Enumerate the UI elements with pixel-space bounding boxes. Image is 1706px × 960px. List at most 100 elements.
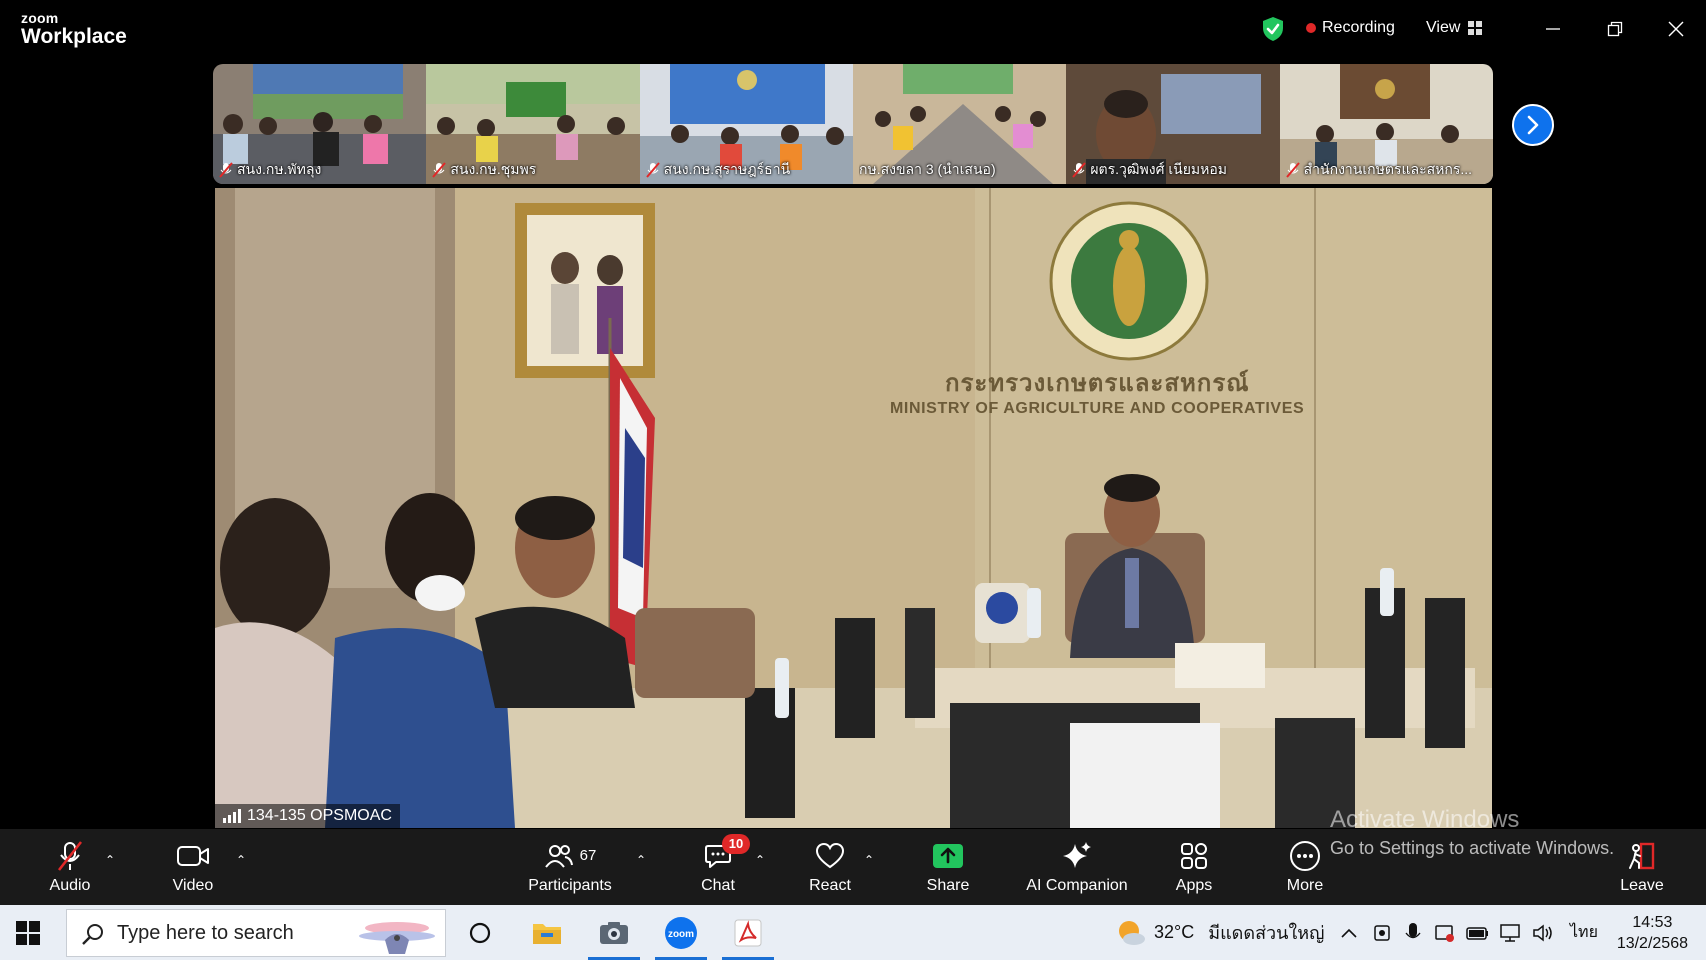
chat-options-caret[interactable]: ⌃ [755,853,765,867]
watermark-title: Activate Windows [1330,806,1520,833]
active-speaker-video[interactable]: กระทรวงเกษตรและสหกรณ์ MINISTRY OF AGRICU… [215,188,1492,828]
battery-icon [1466,926,1488,940]
participants-options-caret[interactable]: ⌃ [636,853,646,867]
react-options-caret[interactable]: ⌃ [864,853,874,867]
tray-battery[interactable] [1466,905,1490,960]
minimize-icon [1546,28,1560,30]
muted-mic-icon [1072,162,1087,178]
input-language-indicator[interactable]: ไทย [1570,905,1598,960]
zoom-app-icon: zoom [665,916,697,949]
app-logo: zoom Workplace [21,11,127,47]
participant-tile[interactable]: สนง.กษ.ชุมพร [426,64,640,184]
brand-name: zoom [21,10,59,26]
taskbar-clock[interactable]: 14:53 13/2/2568 [1617,912,1688,954]
leave-button[interactable]: Leave [1612,829,1672,905]
svg-text:zoom: zoom [668,929,694,940]
close-icon [1668,21,1684,37]
microphone-icon [1405,922,1421,938]
weather-temperature: 32°C [1154,922,1195,942]
restore-icon [1607,21,1623,37]
encryption-shield-icon[interactable] [1261,16,1285,42]
microphone-muted-icon [57,840,83,871]
ai-companion-label: AI Companion [1026,876,1128,894]
muted-mic-icon [1285,162,1300,178]
chat-button[interactable]: 10 Chat [690,829,750,905]
participant-tile[interactable]: กษ.สงขลา 3 (นำเสนอ) [852,64,1067,184]
share-screen-icon [933,843,963,868]
weather-widget[interactable]: 32°C มีแดดส่วนใหญ่ [1116,905,1324,960]
taskbar-camera-app[interactable] [582,905,646,960]
ai-companion-button[interactable]: AI Companion [1022,829,1132,905]
muted-mic-icon [432,162,447,178]
audio-button[interactable]: Audio [40,829,100,905]
speaker-volume-icon [1533,923,1552,942]
participant-tile[interactable]: สำนักงานเกษตรและสหกร... [1279,64,1493,184]
participants-icon [544,844,573,868]
task-view-circle-icon [469,922,491,943]
participants-count: 67 [579,847,597,864]
participant-tile[interactable]: สนง.กษ.พัทลุง [213,64,427,184]
tray-meet-now[interactable] [1372,905,1392,960]
recording-indicator[interactable]: Recording [1306,19,1395,37]
more-button[interactable]: More [1275,829,1335,905]
share-button[interactable]: Share [918,829,978,905]
participant-name: สนง.กษ.สุราษฎร์ธานี [645,159,847,181]
show-hidden-icons-button[interactable] [1340,905,1358,960]
participant-name: กษ.สงขลา 3 (นำเสนอ) [858,161,996,177]
minimize-button[interactable] [1538,14,1568,44]
participant-name: สำนักงานเกษตรและสหกร... [1285,159,1487,181]
more-label: More [1286,876,1324,894]
recording-dot-icon [1306,23,1316,33]
taskbar-pdf-app[interactable] [716,905,780,960]
react-button[interactable]: React [800,829,860,905]
language-label: ไทย [1570,924,1598,941]
restore-button[interactable] [1600,14,1630,44]
tray-network[interactable] [1499,905,1523,960]
participant-tile[interactable]: สนง.กษ.สุราษฎร์ธานี [639,64,853,184]
weather-description: มีแดดส่วนใหญ่ [1208,923,1325,943]
video-options-caret[interactable]: ⌃ [236,853,246,867]
video-camera-icon [177,845,209,866]
video-button[interactable]: Video [163,829,223,905]
wall-sign-thai: กระทรวงเกษตรและสหกรณ์ [945,370,1250,397]
heart-icon [815,842,845,868]
wall-sign-english: MINISTRY OF AGRICULTURE AND COOPERATIVES [890,400,1305,417]
chat-label: Chat [701,876,735,894]
next-page-button[interactable] [1512,104,1554,146]
participant-name: ผตร.วุฒิพงศ์ เนียมหอม [1072,159,1273,181]
watermark-subtitle: Go to Settings to activate Windows. [1330,838,1615,858]
screen-record-icon [1435,924,1454,942]
close-window-button[interactable] [1661,14,1691,44]
tray-microphone[interactable] [1405,905,1421,960]
clock-time: 14:53 [1632,914,1673,931]
meet-now-icon [1374,924,1390,941]
weather-sun-cloud-icon [1119,920,1145,945]
search-highlight-illustration [355,914,439,954]
participant-name: สนง.กษ.พัทลุง [219,159,420,181]
video-label: Video [172,876,214,894]
network-icon [1500,923,1520,942]
tray-volume[interactable] [1532,905,1556,960]
chevron-up-icon [1341,928,1357,938]
participant-name: สนง.กษ.ชุมพร [432,159,633,181]
taskbar-zoom-app[interactable]: zoom [649,905,713,960]
audio-options-caret[interactable]: ⌃ [105,853,115,867]
windows-start-button[interactable] [16,921,40,945]
taskbar-search-box[interactable]: Type here to search [66,909,446,957]
leave-door-icon [1629,842,1655,869]
activate-windows-watermark: Activate Windows Go to Settings to activ… [1330,806,1614,859]
participant-tile[interactable]: ผตร.วุฒิพงศ์ เนียมหอม [1066,64,1280,184]
view-button[interactable]: View [1426,19,1483,37]
meeting-room-scene [215,188,1492,828]
react-label: React [809,876,851,894]
apps-button[interactable]: Apps [1164,829,1224,905]
audio-label: Audio [49,876,91,894]
windows-taskbar: Type here to search zoom 32°C มีแดดส่วนใ… [0,905,1706,960]
participant-thumbnail-strip: สนง.กษ.พัทลุง สนง.กษ.ชุมพร สนง.กษ.สุราษฎ… [213,64,1493,184]
task-view-button[interactable] [448,905,512,960]
chat-unread-badge: 10 [722,833,750,854]
speaker-name-label: 134-135 OPSMOAC [215,804,400,828]
taskbar-file-explorer[interactable] [515,905,579,960]
tray-screen-recording[interactable] [1434,905,1456,960]
participants-button[interactable]: 67 Participants [520,829,620,905]
